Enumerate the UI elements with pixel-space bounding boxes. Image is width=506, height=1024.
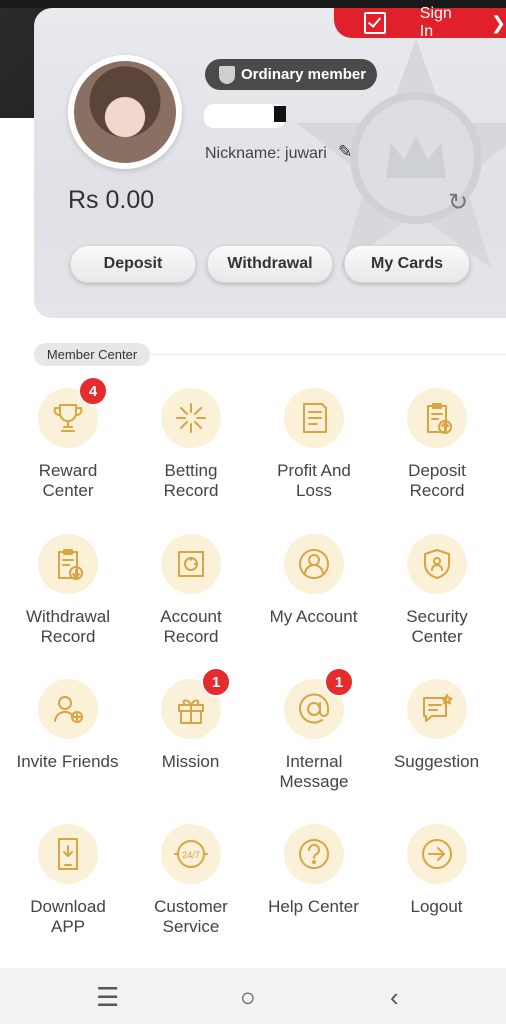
clipboard-upload-icon bbox=[427, 403, 452, 434]
member-item-security-center[interactable]: Security Center bbox=[375, 534, 498, 664]
avatar-photo bbox=[74, 61, 176, 163]
logout-icon bbox=[422, 839, 452, 869]
notification-badge: 4 bbox=[78, 376, 108, 406]
member-item-label: Reward Center bbox=[38, 461, 98, 500]
my-cards-button[interactable]: My Cards bbox=[344, 245, 470, 283]
member-item-label: Account Record bbox=[160, 607, 222, 646]
checkin-icon bbox=[364, 12, 386, 34]
balance-amount: Rs 0.00 bbox=[68, 186, 155, 214]
member-item-icon-bg bbox=[38, 534, 98, 594]
member-item-profit-and-loss[interactable]: Profit And Loss bbox=[252, 388, 375, 518]
medal-icon bbox=[219, 65, 235, 84]
member-item-label: Withdrawal Record bbox=[25, 607, 111, 646]
member-item-label: Deposit Record bbox=[408, 461, 466, 500]
home-icon[interactable]: ○ bbox=[240, 982, 256, 1013]
support-24-7-icon: 24/7 bbox=[174, 840, 208, 868]
deposit-button[interactable]: Deposit bbox=[70, 245, 196, 283]
trophy-icon bbox=[53, 404, 83, 432]
member-item-deposit-record[interactable]: Deposit Record bbox=[375, 388, 498, 518]
at-sign-icon bbox=[299, 693, 330, 724]
member-item-mission[interactable]: 1 Mission bbox=[129, 667, 252, 809]
member-item-help-center[interactable]: Help Center bbox=[252, 824, 375, 954]
member-item-account-record[interactable]: Account Record bbox=[129, 534, 252, 664]
member-item-my-account[interactable]: My Account bbox=[252, 534, 375, 664]
member-item-logout[interactable]: Logout bbox=[375, 824, 498, 954]
user-add-icon bbox=[54, 696, 83, 723]
clipboard-download-icon bbox=[58, 549, 83, 580]
member-item-label: Download APP bbox=[30, 897, 106, 936]
feedback-icon bbox=[423, 694, 453, 722]
avatar[interactable] bbox=[68, 55, 182, 169]
section-divider bbox=[150, 354, 506, 355]
member-item-label: Invite Friends bbox=[16, 752, 119, 771]
member-item-label: Suggestion bbox=[393, 752, 480, 771]
notification-badge: 1 bbox=[201, 667, 231, 697]
member-item-label: Help Center bbox=[268, 897, 359, 916]
withdrawal-button[interactable]: Withdrawal bbox=[207, 245, 333, 283]
member-item-icon-bg bbox=[161, 388, 221, 448]
shield-user-icon bbox=[424, 549, 450, 579]
member-item-icon-bg bbox=[284, 534, 344, 594]
member-item-betting-record[interactable]: Betting Record bbox=[129, 388, 252, 518]
refresh-icon[interactable]: ↻ bbox=[448, 188, 468, 217]
svg-text:24/7: 24/7 bbox=[182, 850, 200, 860]
member-item-icon-bg bbox=[407, 679, 467, 739]
member-level-label: Ordinary member bbox=[241, 66, 367, 83]
user-circle-icon bbox=[299, 549, 329, 579]
member-item-invite-friends[interactable]: Invite Friends bbox=[6, 679, 129, 809]
sign-in-label: Sign In bbox=[419, 5, 452, 40]
star-burst-icon bbox=[176, 403, 206, 433]
nickname-text: Nickname: juwari bbox=[205, 145, 327, 162]
member-item-customer-service[interactable]: 24/7 Customer Service bbox=[129, 824, 252, 954]
member-item-icon-bg bbox=[407, 824, 467, 884]
system-nav-bar: ☰ ○ ‹ bbox=[0, 968, 506, 1024]
member-item-label: Internal Message bbox=[279, 752, 349, 791]
member-item-download-app[interactable]: Download APP bbox=[6, 824, 129, 954]
receipt-icon bbox=[303, 403, 327, 433]
member-item-icon-bg bbox=[161, 534, 221, 594]
member-item-suggestion[interactable]: Suggestion bbox=[375, 679, 498, 809]
member-center-title: Member Center bbox=[34, 343, 150, 366]
member-item-icon-bg bbox=[284, 388, 344, 448]
safe-icon bbox=[178, 551, 204, 577]
member-item-internal-message[interactable]: 1 Internal Message bbox=[252, 667, 375, 809]
member-item-icon-bg bbox=[38, 824, 98, 884]
back-icon[interactable]: ‹ bbox=[390, 982, 399, 1013]
member-item-label: Mission bbox=[161, 752, 220, 771]
member-item-icon-bg: 24/7 bbox=[161, 824, 221, 884]
redacted-username bbox=[204, 104, 286, 128]
edit-nickname-icon[interactable]: ✎ bbox=[338, 142, 352, 162]
member-item-label: My Account bbox=[269, 607, 358, 626]
question-icon bbox=[299, 839, 329, 869]
member-level-badge: Ordinary member bbox=[205, 59, 377, 90]
member-item-label: Profit And Loss bbox=[277, 461, 351, 500]
member-item-label: Security Center bbox=[406, 607, 468, 646]
member-item-label: Logout bbox=[410, 897, 463, 916]
member-item-reward-center[interactable]: 4 Reward Center bbox=[6, 376, 129, 518]
member-item-icon-bg bbox=[38, 679, 98, 739]
member-item-icon-bg bbox=[407, 534, 467, 594]
sign-in-button[interactable]: Sign In ❯ bbox=[334, 5, 506, 40]
chevron-right-icon: ❯ bbox=[490, 12, 506, 33]
notification-badge: 1 bbox=[324, 667, 354, 697]
member-item-icon-bg bbox=[284, 824, 344, 884]
member-item-label: Customer Service bbox=[154, 897, 228, 936]
member-item-label: Betting Record bbox=[163, 461, 219, 500]
member-item-withdrawal-record[interactable]: Withdrawal Record bbox=[6, 534, 129, 664]
member-item-icon-bg bbox=[407, 388, 467, 448]
gift-icon bbox=[178, 699, 204, 724]
phone-download-icon bbox=[58, 838, 78, 870]
menu-icon[interactable]: ☰ bbox=[96, 982, 119, 1013]
